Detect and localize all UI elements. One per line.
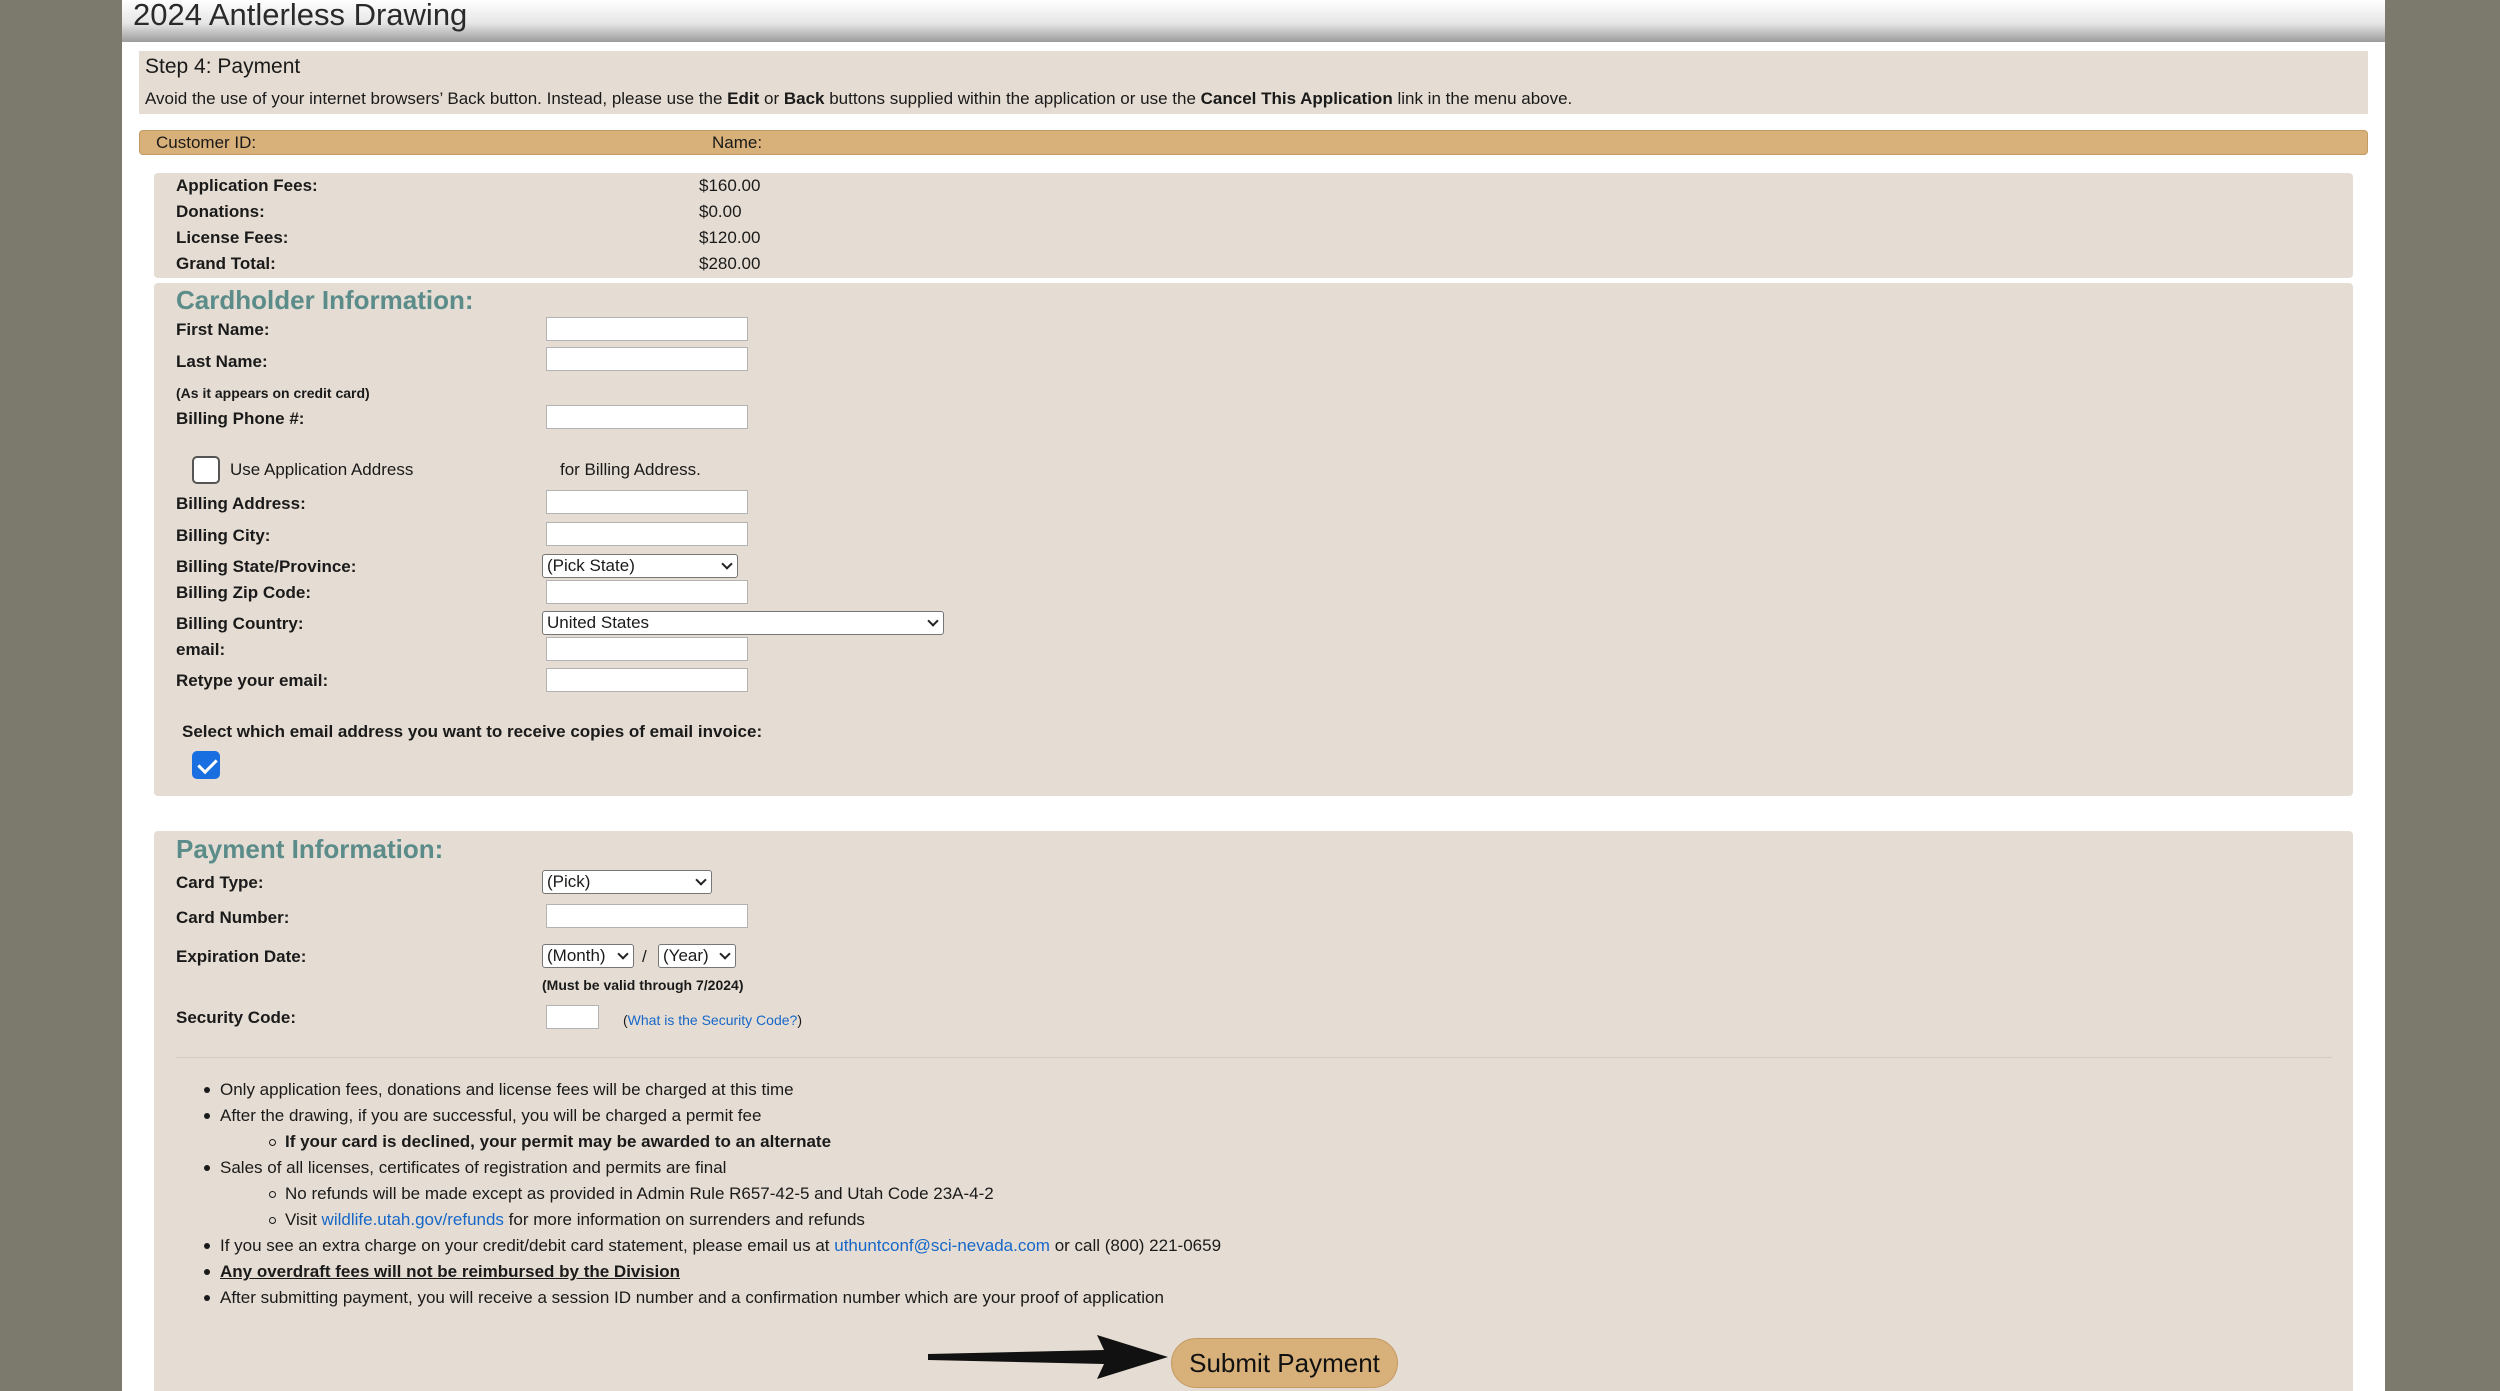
- chevron-down-icon: [617, 948, 629, 960]
- step-title: Step 4: Payment: [145, 55, 301, 78]
- billing-address-input[interactable]: [546, 490, 748, 514]
- card-number-label: Card Number:: [176, 908, 290, 927]
- grand-total-value: $280.00: [699, 254, 761, 273]
- card-type-value: (Pick): [547, 872, 591, 891]
- header-bar: 2024 Antlerless Drawing: [122, 0, 2385, 42]
- page: 2024 Antlerless Drawing Step 4: Payment …: [122, 0, 2385, 1391]
- email-invoice-prompt: Select which email address you want to r…: [182, 722, 763, 741]
- refunds-link[interactable]: wildlife.utah.gov/refunds: [322, 1210, 504, 1229]
- credit-card-note: (As it appears on credit card): [176, 385, 370, 401]
- note-item: After submitting payment, you will recei…: [204, 1288, 1164, 1307]
- billing-zip-input[interactable]: [546, 580, 748, 604]
- fees-summary: Application Fees: $160.00 Donations: $0.…: [154, 173, 2353, 278]
- email-label: email:: [176, 640, 226, 659]
- note-edit: Edit: [727, 89, 760, 108]
- billing-phone-label: Billing Phone #:: [176, 409, 305, 428]
- submit-payment-button[interactable]: Submit Payment: [1171, 1338, 1398, 1388]
- last-name-input[interactable]: [546, 347, 748, 371]
- chevron-down-icon: [721, 558, 733, 570]
- grand-total-label: Grand Total:: [176, 254, 276, 273]
- note-item: Only application fees, donations and lic…: [204, 1080, 794, 1099]
- customer-bar: Customer ID: Name:: [139, 130, 2368, 155]
- expiration-month-select[interactable]: (Month): [542, 944, 634, 968]
- email-input[interactable]: [546, 637, 748, 661]
- retype-email-input[interactable]: [546, 668, 748, 692]
- billing-phone-input[interactable]: [546, 405, 748, 429]
- expiration-date-label: Expiration Date:: [176, 947, 307, 966]
- fee-label: License Fees:: [176, 228, 289, 247]
- note-text: Avoid the use of your internet browsers’…: [145, 89, 723, 108]
- billing-state-value: (Pick State): [547, 556, 635, 575]
- chevron-down-icon: [695, 874, 707, 886]
- last-name-label: Last Name:: [176, 352, 268, 371]
- expiration-month-value: (Month): [547, 946, 606, 965]
- expiration-year-select[interactable]: (Year): [658, 944, 736, 968]
- fee-value: $120.00: [699, 228, 761, 247]
- billing-country-select[interactable]: United States: [542, 611, 944, 635]
- cardholder-section: Cardholder Information: First Name: Last…: [154, 283, 2353, 796]
- note-item: After the drawing, if you are successful…: [203, 1106, 762, 1125]
- billing-city-input[interactable]: [546, 522, 748, 546]
- payment-heading: Payment Information:: [176, 834, 444, 864]
- note-item-overdraft: Any overdraft fees will not be reimburse…: [203, 1262, 681, 1281]
- retype-email-label: Retype your email:: [176, 671, 329, 690]
- billing-country-value: United States: [547, 613, 650, 632]
- first-name-label: First Name:: [176, 320, 270, 339]
- divider: [176, 1057, 2332, 1058]
- billing-zip-label: Billing Zip Code:: [176, 583, 312, 602]
- page-title: 2024 Antlerless Drawing: [133, 0, 468, 32]
- fee-label: Donations:: [176, 202, 265, 221]
- note-text: buttons supplied within the application …: [829, 89, 1196, 108]
- card-number-input[interactable]: [546, 904, 748, 928]
- first-name-input[interactable]: [546, 317, 748, 341]
- chevron-down-icon: [927, 615, 939, 627]
- billing-address-label: Billing Address:: [176, 494, 306, 513]
- note-item: If you see an extra charge on your credi…: [203, 1236, 1222, 1255]
- payment-section: Payment Information: Card Type: (Pick) C…: [154, 831, 2353, 1391]
- customer-id-label: Customer ID:: [156, 133, 257, 152]
- arrow-right-icon: [928, 1335, 1168, 1379]
- billing-city-label: Billing City:: [176, 526, 271, 545]
- note-back: Back: [783, 89, 825, 108]
- step-note: Avoid the use of your internet browsers’…: [145, 88, 1572, 110]
- billing-state-label: Billing State/Province:: [176, 557, 357, 576]
- chevron-down-icon: [719, 948, 731, 960]
- billing-state-select[interactable]: (Pick State): [542, 554, 738, 578]
- email-invoice-checkbox[interactable]: [192, 751, 220, 779]
- note-subitem: Visit wildlife.utah.gov/refunds for more…: [269, 1210, 865, 1229]
- card-type-label: Card Type:: [176, 873, 264, 892]
- fee-value: $0.00: [699, 202, 742, 221]
- card-type-select[interactable]: (Pick): [542, 870, 712, 894]
- security-code-help: (What is the Security Code?): [623, 1012, 802, 1028]
- note-text: or: [763, 89, 780, 108]
- customer-name-label: Name:: [712, 133, 763, 152]
- expiration-year-value: (Year): [663, 946, 709, 965]
- email-link[interactable]: uthuntconf@sci-nevada.com: [834, 1236, 1050, 1255]
- step-box: Step 4: Payment Avoid the use of your in…: [139, 51, 2368, 114]
- valid-through-note: (Must be valid through 7/2024): [542, 977, 744, 993]
- for-billing-address-text: for Billing Address.: [560, 460, 701, 479]
- use-application-address-label: Use Application Address: [230, 460, 414, 479]
- note-subitem: No refunds will be made except as provid…: [269, 1184, 994, 1203]
- note-item: Sales of all licenses, certificates of r…: [203, 1158, 727, 1177]
- use-application-address-checkbox[interactable]: [192, 456, 220, 484]
- note-subitem: If your card is declined, your permit ma…: [268, 1132, 832, 1151]
- fee-value: $160.00: [699, 176, 761, 195]
- security-code-link[interactable]: What is the Security Code?: [628, 1012, 798, 1028]
- date-separator: /: [642, 947, 647, 966]
- fee-label: Application Fees:: [176, 176, 318, 195]
- security-code-input[interactable]: [546, 1005, 599, 1029]
- note-cancel: Cancel This Application: [1200, 89, 1393, 108]
- billing-country-label: Billing Country:: [176, 614, 304, 633]
- note-text: link in the menu above.: [1397, 89, 1573, 108]
- security-code-label: Security Code:: [176, 1008, 296, 1027]
- cardholder-heading: Cardholder Information:: [176, 285, 474, 315]
